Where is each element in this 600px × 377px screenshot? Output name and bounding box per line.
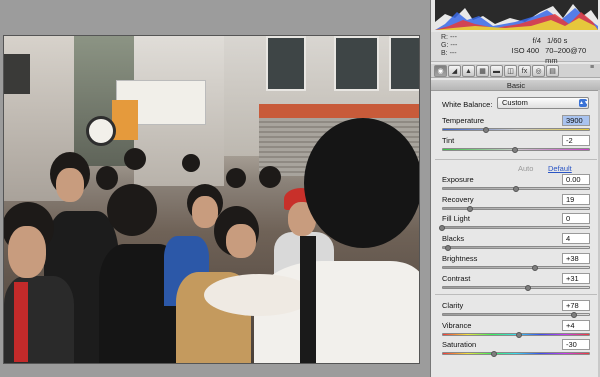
develop-panel: R: --- G: --- B: --- f/4 1/60 s ISO 400 … <box>430 0 600 377</box>
saturation-slider-track[interactable] <box>442 352 590 355</box>
g-label: G: <box>441 42 449 49</box>
blacks-field[interactable]: 4 <box>562 233 590 244</box>
contrast-control: Contrast +31 <box>431 273 600 294</box>
divider <box>435 159 597 160</box>
exposure-label: Exposure <box>442 175 474 184</box>
histogram <box>435 0 598 30</box>
blacks-label: Blacks <box>442 234 465 243</box>
street-crowd-photo[interactable] <box>3 35 420 364</box>
fill-light-field[interactable]: 0 <box>562 213 590 224</box>
exif-info: f/4 1/60 s ISO 400 70–200@70 mm <box>503 36 598 66</box>
white-balance-select[interactable]: Custom ▲▼ <box>497 97 589 109</box>
saturation-field[interactable]: -30 <box>562 339 590 350</box>
rgb-readout: R: --- G: --- B: --- <box>441 34 457 58</box>
camera-info-readout: R: --- G: --- B: --- f/4 1/60 s ISO 400 … <box>431 32 600 65</box>
aperture-value: f/4 <box>532 36 541 45</box>
g-value: --- <box>450 42 458 49</box>
blacks-slider-track[interactable] <box>442 246 590 249</box>
fill-light-control: Fill Light 0 <box>431 213 600 234</box>
temperature-slider-thumb[interactable] <box>483 127 490 133</box>
hsl-tab-icon[interactable]: ▦ <box>476 65 489 77</box>
white-balance-label: White Balance: <box>442 100 493 109</box>
contrast-slider-track[interactable] <box>442 286 590 289</box>
recovery-slider-track[interactable] <box>442 207 590 210</box>
b-label: B: <box>441 50 448 57</box>
tone-curve-tab-icon[interactable]: ◢ <box>448 65 461 77</box>
tint-control: Tint -2 <box>431 135 600 156</box>
select-arrows-icon: ▲▼ <box>579 99 589 107</box>
tint-slider-thumb[interactable] <box>511 147 518 153</box>
clarity-field[interactable]: +78 <box>562 300 590 311</box>
contrast-slider-thumb[interactable] <box>524 285 531 291</box>
split-toning-tab-icon[interactable]: ▬ <box>490 65 503 77</box>
detail-tab-icon[interactable]: ▲ <box>462 65 475 77</box>
brightness-slider-track[interactable] <box>442 266 590 269</box>
exposure-control: Exposure 0.00 <box>431 174 600 195</box>
vibrance-field[interactable]: +4 <box>562 320 590 331</box>
vibrance-control: Vibrance +4 <box>431 320 600 341</box>
blacks-slider-thumb[interactable] <box>444 245 451 251</box>
shutter-speed-value: 1/60 s <box>547 36 568 45</box>
white-balance-value: Custom <box>502 98 528 107</box>
effects-tab-icon[interactable]: fx <box>518 65 531 77</box>
panel-tabs-toolbar: ◉ ◢ ▲ ▦ ▬ ◫ fx ◎ ▤ ≡ <box>431 64 600 78</box>
histogram-graph <box>435 4 598 30</box>
temperature-label: Temperature <box>442 116 485 125</box>
iso-value: ISO 400 <box>511 46 540 55</box>
brightness-field[interactable]: +38 <box>562 253 590 264</box>
brightness-label: Brightness <box>442 254 478 263</box>
recovery-slider-thumb[interactable] <box>467 206 474 212</box>
r-label: R: <box>441 34 448 41</box>
temperature-control: Temperature 3900 <box>431 115 600 136</box>
exposure-field[interactable]: 0.00 <box>562 174 590 185</box>
vibrance-slider-thumb[interactable] <box>515 332 522 338</box>
fill-light-label: Fill Light <box>442 214 470 223</box>
clarity-control: Clarity +78 <box>431 300 600 321</box>
camera-calibration-tab-icon[interactable]: ◎ <box>532 65 545 77</box>
recovery-control: Recovery 19 <box>431 194 600 215</box>
b-value: --- <box>449 50 457 57</box>
tint-field[interactable]: -2 <box>562 135 590 146</box>
photo-preview-area <box>0 0 430 377</box>
basic-tab-icon[interactable]: ◉ <box>434 65 447 77</box>
fill-light-slider-thumb[interactable] <box>439 225 445 231</box>
brightness-slider-thumb[interactable] <box>532 265 539 271</box>
default-button[interactable]: Default <box>548 164 572 173</box>
contrast-label: Contrast <box>442 274 471 283</box>
auto-button[interactable]: Auto <box>518 164 533 173</box>
saturation-label: Saturation <box>442 340 477 349</box>
recovery-field[interactable]: 19 <box>562 194 590 205</box>
panel-menu-icon[interactable]: ≡ <box>587 64 597 77</box>
temperature-slider-track[interactable] <box>442 128 590 131</box>
brightness-control: Brightness +38 <box>431 253 600 274</box>
clarity-slider-thumb[interactable] <box>570 312 577 318</box>
saturation-slider-thumb[interactable] <box>490 351 497 357</box>
temperature-field[interactable]: 3900 <box>562 115 590 126</box>
fill-light-slider-track[interactable] <box>442 226 590 229</box>
clarity-slider-track[interactable] <box>442 313 590 316</box>
exposure-slider-thumb[interactable] <box>513 186 519 192</box>
lens-value: 70–200@70 mm <box>545 46 587 65</box>
blacks-control: Blacks 4 <box>431 233 600 254</box>
saturation-control: Saturation -30 <box>431 339 600 360</box>
lens-corrections-tab-icon[interactable]: ◫ <box>504 65 517 77</box>
clarity-label: Clarity <box>442 301 464 310</box>
tint-label: Tint <box>442 136 455 145</box>
presets-tab-icon[interactable]: ▤ <box>546 65 559 77</box>
recovery-label: Recovery <box>442 195 474 204</box>
basic-section-header: Basic <box>431 80 600 91</box>
divider <box>435 294 597 295</box>
contrast-field[interactable]: +31 <box>562 273 590 284</box>
vibrance-label: Vibrance <box>442 321 472 330</box>
r-value: --- <box>449 34 457 41</box>
